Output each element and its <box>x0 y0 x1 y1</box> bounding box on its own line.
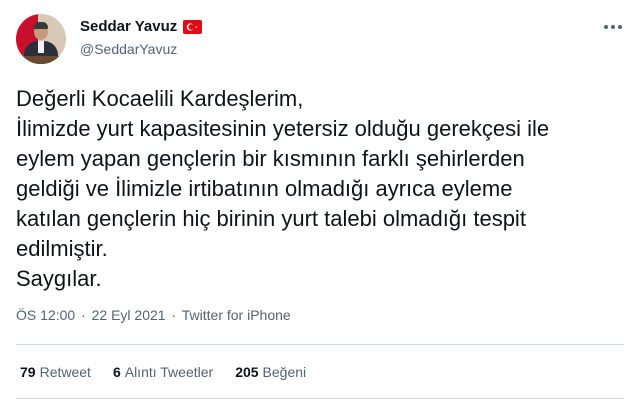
likes-label: Beğeni <box>262 364 307 380</box>
tweet-text-line: İlimizde yurt kapasitesinin yetersiz old… <box>16 116 550 141</box>
meta-separator: · <box>81 307 86 323</box>
tweet-text-line: eylem yapan gençlerin bir kısmının farkl… <box>16 146 525 171</box>
tweet-text-line: Saygılar. <box>16 266 102 291</box>
tweet-stats: 79 Retweet 6 Alıntı Tweetler 205 Beğeni <box>20 364 328 380</box>
tweet-meta: ÖS 12:00 · 22 Eyl 2021 · Twitter for iPh… <box>16 307 291 323</box>
display-name[interactable]: Seddar Yavuz <box>80 18 177 35</box>
retweets-label: Retweet <box>39 364 91 380</box>
retweets-count: 79 <box>20 364 36 380</box>
retweets-stat[interactable]: 79 Retweet <box>20 364 91 380</box>
tweet-header: Seddar Yavuz @SeddarYavuz <box>16 12 624 68</box>
quotes-stat[interactable]: 6 Alıntı Tweetler <box>113 364 213 380</box>
meta-separator: · <box>171 307 177 323</box>
tweet-time[interactable]: ÖS 12:00 <box>16 307 75 323</box>
tweet-text: Değerli Kocaelili Kardeşlerim, İlimizde … <box>16 84 628 294</box>
user-handle[interactable]: @SeddarYavuz <box>80 41 177 57</box>
divider <box>16 398 624 399</box>
quotes-count: 6 <box>112 364 121 380</box>
divider <box>16 344 624 345</box>
quotes-label: Alıntı Tweetler <box>124 364 214 380</box>
avatar[interactable] <box>16 14 66 64</box>
turkey-flag-icon <box>183 19 203 34</box>
tweet-text-line: geldiği ve İlimizle irtibatının olmadığı… <box>16 176 513 201</box>
tweet-source[interactable]: Twitter for iPhone <box>182 307 291 323</box>
tweet-card: Seddar Yavuz @SeddarYavuz Değerli Kocael… <box>0 0 640 402</box>
likes-stat[interactable]: 205 Beğeni <box>235 364 306 380</box>
tweet-text-line: edilmiştir. <box>16 236 108 261</box>
tweet-text-line: Değerli Kocaelili Kardeşlerim, <box>16 86 304 111</box>
more-horizontal-icon[interactable] <box>602 16 624 38</box>
name-row: Seddar Yavuz <box>80 18 203 35</box>
tweet-date[interactable]: 22 Eyl 2021 <box>92 307 166 323</box>
likes-count: 205 <box>235 364 259 380</box>
tweet-text-line: katılan gençlerin hiç birinin yurt taleb… <box>16 206 526 231</box>
